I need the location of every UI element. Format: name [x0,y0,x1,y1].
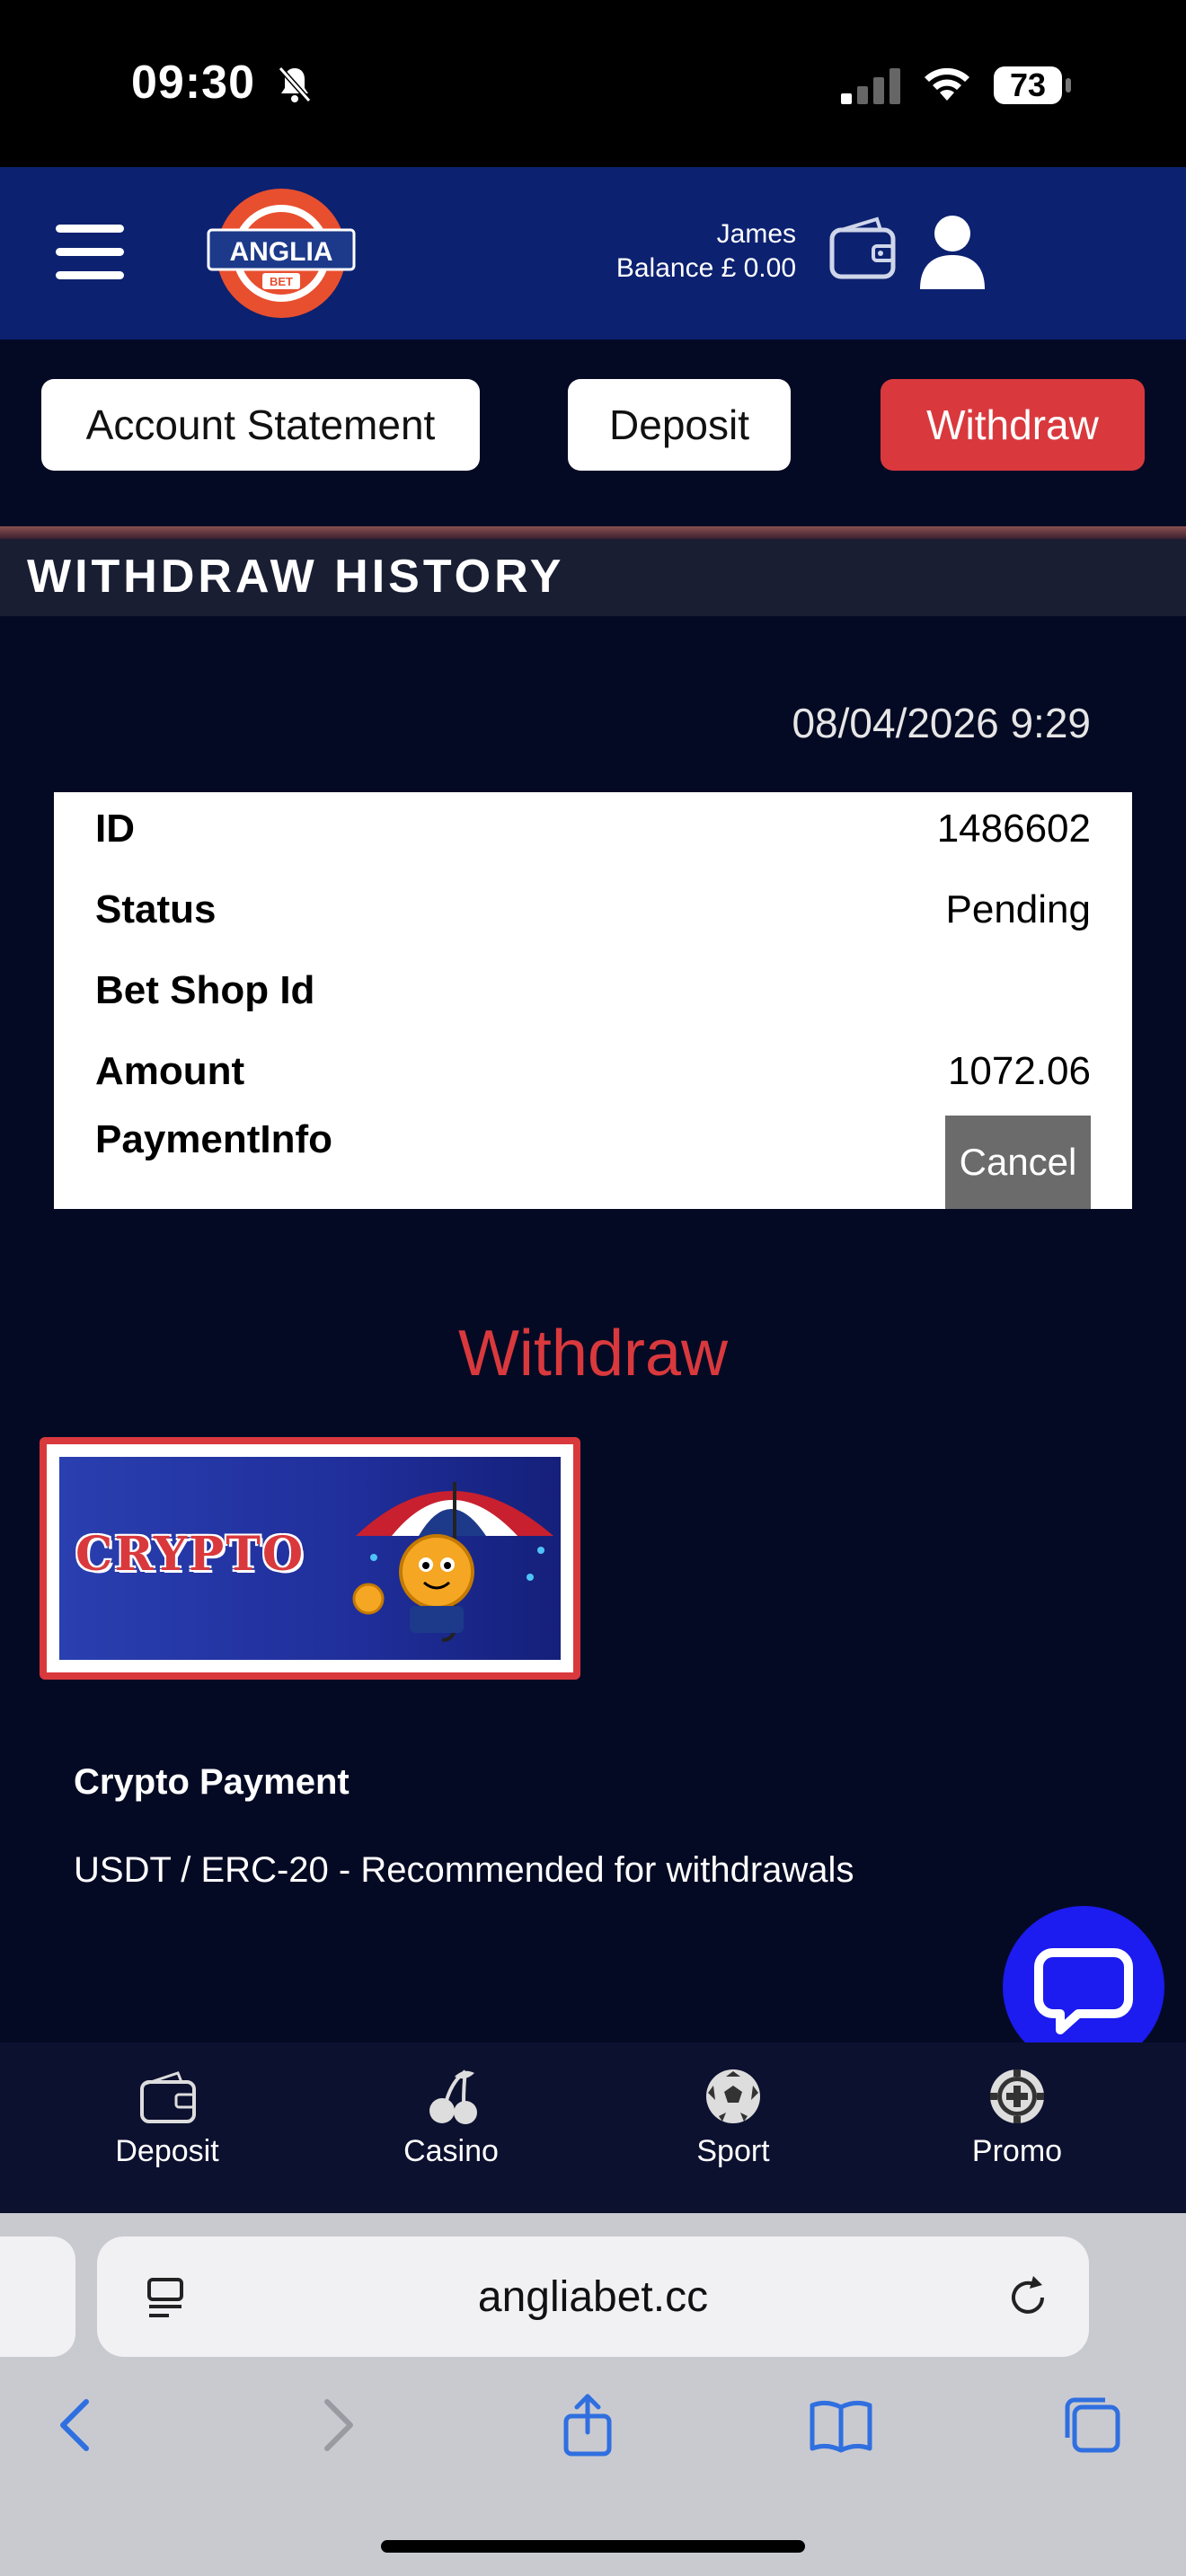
main-content: 08/04/2026 9:29 ID 1486602 Status Pendin… [0,616,1186,2068]
withdraw-button[interactable]: Withdraw [881,379,1145,471]
record-row-status: Status Pending [95,887,1091,941]
deposit-button[interactable]: Deposit [568,379,791,471]
tabs-icon[interactable] [1057,2389,1128,2461]
section-title: WITHDRAW HISTORY [27,551,565,603]
bottom-navigation: Deposit Casino Sport Promo [0,2042,1186,2213]
section-divider [0,526,1186,539]
soccer-ball-icon [706,2069,760,2123]
nav-promo[interactable]: Promo [927,2064,1107,2190]
cellular-signal-icon [841,68,900,104]
payment-method-description: USDT / ERC-20 - Recommended for withdraw… [74,1850,854,1890]
home-indicator[interactable] [381,2540,805,2553]
battery-level: 73 [1009,66,1047,103]
record-row-amount: Amount 1072.06 [95,1049,1091,1103]
wifi-icon [925,67,969,101]
wallet-icon[interactable] [827,212,898,284]
payment-info-label: PaymentInfo [95,1117,333,1161]
withdraw-date: 08/04/2026 9:29 [792,700,1091,746]
account-statement-button[interactable]: Account Statement [41,379,480,471]
nav-sport-label: Sport [696,2134,770,2168]
wallet-icon [140,2071,196,2123]
forward-icon[interactable] [300,2389,372,2461]
user-name: James [716,219,796,249]
cancel-withdraw-button[interactable]: Cancel [945,1116,1091,1209]
record-row-payment: PaymentInfo [95,1117,1091,1171]
crypto-method-card[interactable]: CRYPTO [40,1437,580,1680]
user-profile-icon[interactable] [916,212,988,293]
url-text: angliabet.cc [477,2273,709,2321]
browser-toolbar: angliabet.cc [0,2213,1186,2576]
anglia-bet-logo[interactable]: ANGLIA BET [203,183,359,323]
cherries-icon [429,2069,477,2124]
withdraw-record-card: ID 1486602 Status Pending Bet Shop Id Am… [54,792,1132,1209]
status-label: Status [95,887,217,931]
nav-sport[interactable]: Sport [643,2064,823,2190]
bell-muted-icon [278,66,312,102]
section-header: WITHDRAW HISTORY [0,539,1186,616]
chip-icon [990,2069,1044,2123]
status-time: 09:30 [131,57,255,109]
withdraw-heading: Withdraw [457,1318,729,1389]
share-icon[interactable] [552,2389,624,2461]
bookmarks-icon[interactable] [805,2389,877,2461]
id-value: 1486602 [936,807,1091,851]
record-row-id: ID 1486602 [95,807,1091,860]
nav-casino[interactable]: Casino [361,2064,541,2190]
previous-tab-preview[interactable] [0,2236,75,2357]
svg-text:ANGLIA: ANGLIA [230,237,333,267]
record-row-bet-shop: Bet Shop Id [95,968,1091,1022]
bet-shop-label: Bet Shop Id [95,968,315,1012]
crypto-banner: CRYPTO [59,1457,561,1660]
payment-method-title: Crypto Payment [74,1762,350,1802]
balance-text: Balance £ 0.00 [615,253,796,283]
nav-deposit[interactable]: Deposit [77,2064,257,2190]
id-label: ID [95,807,135,851]
menu-icon[interactable] [56,225,124,280]
nav-deposit-label: Deposit [115,2134,219,2168]
site-header: ANGLIA BET James Balance £ 0.00 [0,167,1186,340]
account-tabs: Account Statement Deposit Withdraw [0,340,1186,526]
nav-promo-label: Promo [971,2134,1063,2168]
crypto-mascot-illustration [352,1482,553,1642]
status-bar: 09:30 73 [0,0,1186,167]
amount-value: 1072.06 [947,1049,1091,1093]
address-bar[interactable]: angliabet.cc [97,2236,1089,2357]
back-icon[interactable] [41,2389,113,2461]
svg-text:BET: BET [270,275,293,288]
status-value: Pending [945,887,1091,931]
nav-casino-label: Casino [403,2134,499,2168]
amount-label: Amount [95,1049,245,1093]
reload-icon[interactable] [1003,2272,1053,2323]
crypto-banner-text: CRYPTO [75,1527,305,1582]
